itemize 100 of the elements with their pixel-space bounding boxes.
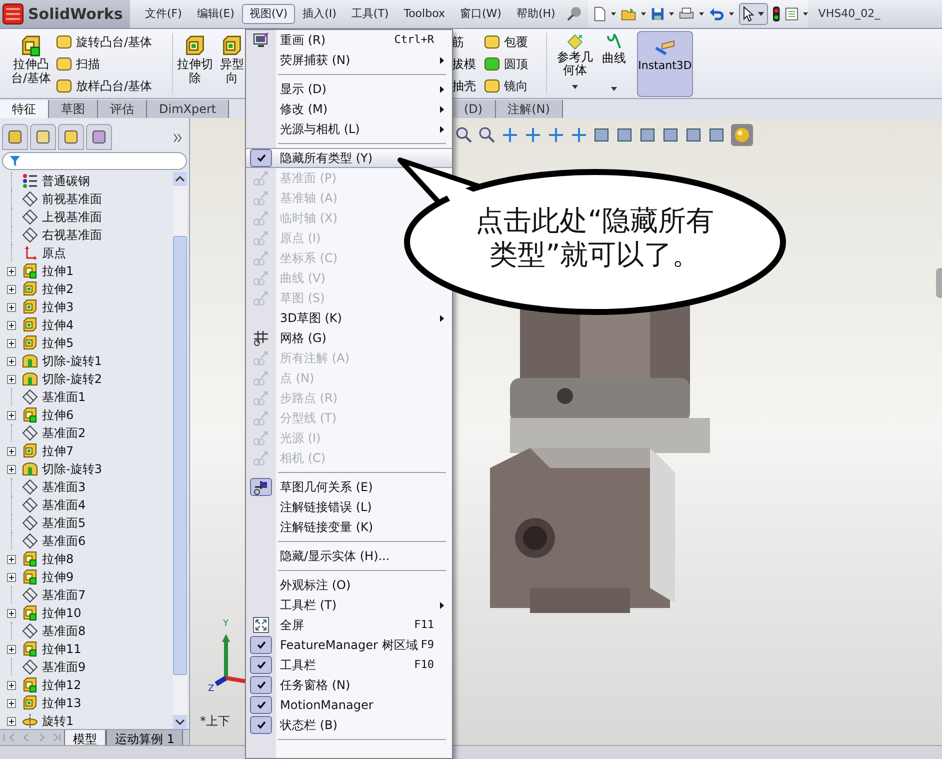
expand-icon[interactable] xyxy=(6,644,16,654)
tree-item[interactable]: 切除-旋转3 xyxy=(0,460,173,478)
dropdown-caret-icon[interactable] xyxy=(572,85,578,89)
checkbox[interactable] xyxy=(250,478,272,496)
menu-item[interactable]: 状态栏 (B) xyxy=(246,715,452,735)
dropdown-caret-icon[interactable] xyxy=(669,12,674,16)
menu-bar-item[interactable]: 帮助(H) xyxy=(509,4,562,24)
tree-item[interactable]: 拉伸6 xyxy=(0,406,173,424)
dropdown-caret-icon[interactable] xyxy=(699,12,704,16)
menu-bar-item[interactable]: Toolbox xyxy=(396,4,452,24)
undo-icon[interactable] xyxy=(709,6,724,22)
checkbox[interactable] xyxy=(250,696,272,714)
expand-icon[interactable] xyxy=(6,266,16,276)
dropdown-caret-icon[interactable] xyxy=(803,12,808,16)
menu-bar-item[interactable]: 工具(T) xyxy=(344,4,396,24)
expand-icon[interactable] xyxy=(6,356,16,366)
checkbox[interactable] xyxy=(250,149,272,167)
tree-item[interactable]: 拉伸1 xyxy=(0,262,173,280)
tree-item[interactable]: 右视基准面 xyxy=(0,226,173,244)
menu-item[interactable]: 任务窗格 (N) xyxy=(246,675,452,695)
panel-tab[interactable] xyxy=(30,124,56,150)
tree-item[interactable]: 拉伸3 xyxy=(0,298,173,316)
tree-item[interactable]: 拉伸8 xyxy=(0,550,173,568)
menu-item[interactable]: 工具栏 (T) xyxy=(246,595,452,615)
dropdown-caret-icon[interactable] xyxy=(610,12,616,16)
folder-icon[interactable] xyxy=(620,6,636,22)
dropdown-caret-icon[interactable] xyxy=(640,12,646,16)
ribbon-button[interactable]: 放样凸台/基体 xyxy=(56,75,172,97)
scroll-down-icon[interactable] xyxy=(173,715,187,729)
tree-item[interactable]: 基准面6 xyxy=(0,532,173,550)
tree-item[interactable]: 拉伸12 xyxy=(0,676,173,694)
tree-item[interactable]: 基准面7 xyxy=(0,586,173,604)
save-icon[interactable] xyxy=(650,6,664,22)
appearance-button[interactable] xyxy=(731,124,753,146)
ribbon-tab[interactable]: 特征 xyxy=(0,100,49,118)
ribbon-button[interactable]: 扫描 xyxy=(56,53,172,75)
expand-icon[interactable] xyxy=(6,572,16,582)
menu-item[interactable]: 光源与相机 (L) xyxy=(246,119,452,139)
expand-icon[interactable] xyxy=(6,464,16,474)
tree-item[interactable]: 基准面9 xyxy=(0,658,173,676)
ribbon-button[interactable]: 圆顶 xyxy=(484,53,546,75)
pin-icon[interactable] xyxy=(566,6,582,22)
tree-item[interactable]: 前视基准面 xyxy=(0,190,173,208)
checklist-icon[interactable] xyxy=(784,6,798,22)
checkbox[interactable] xyxy=(250,656,272,674)
ribbon-button[interactable]: 拉伸凸台/基体 xyxy=(6,29,56,98)
menu-item[interactable]: 草图几何关系 (E) xyxy=(246,477,452,497)
scroll-up-icon[interactable] xyxy=(173,172,187,186)
tree-item[interactable]: 拉伸13 xyxy=(0,694,173,712)
tree-item[interactable]: 拉伸9 xyxy=(0,568,173,586)
ribbon-button[interactable]: 镜向 xyxy=(484,75,546,97)
expand-icon[interactable] xyxy=(6,302,16,312)
menu-item[interactable]: 网格 (G) xyxy=(246,328,452,348)
tree-item[interactable]: 基准面2 xyxy=(0,424,173,442)
scrollbar[interactable] xyxy=(173,172,187,729)
ribbon-tab[interactable]: 评估 xyxy=(98,100,147,118)
tree-item[interactable]: 拉伸2 xyxy=(0,280,173,298)
expand-chevron-icon[interactable] xyxy=(173,134,183,142)
new-document-icon[interactable] xyxy=(594,5,606,23)
ribbon-button[interactable]: 包覆 xyxy=(484,31,546,53)
expand-icon[interactable] xyxy=(6,284,16,294)
expand-icon[interactable] xyxy=(6,410,16,420)
ribbon-tab[interactable]: (D) xyxy=(452,100,496,118)
tree-item[interactable]: 原点 xyxy=(0,244,173,262)
menu-item[interactable]: FeatureManager 树区域 F9 xyxy=(246,635,452,655)
menu-item[interactable]: 注解链接变量 (K) xyxy=(246,517,452,537)
expand-icon[interactable] xyxy=(6,374,16,384)
expand-icon[interactable] xyxy=(6,446,16,456)
ribbon-button[interactable]: 参考几何体 xyxy=(553,29,597,98)
ribbon-tab[interactable]: 草图 xyxy=(49,100,98,118)
select-button[interactable] xyxy=(739,3,768,25)
model-tab[interactable]: 运动算例 1 xyxy=(106,730,184,745)
ribbon-button[interactable]: 旋转凸台/基体 xyxy=(56,31,172,53)
tree-item[interactable]: 拉伸10 xyxy=(0,604,173,622)
instant3d-button[interactable]: Instant3D xyxy=(637,31,693,97)
tree-item[interactable]: 拉伸5 xyxy=(0,334,173,352)
menu-item[interactable]: 重画 (R) Ctrl+R xyxy=(246,30,452,50)
menu-item[interactable]: 外观标注 (O) xyxy=(246,575,452,595)
expand-icon[interactable] xyxy=(6,608,16,618)
tree-item[interactable]: 上视基准面 xyxy=(0,208,173,226)
expand-icon[interactable] xyxy=(6,716,16,726)
menu-item[interactable]: 隐藏所有类型 (Y) xyxy=(246,148,452,168)
menu-item[interactable]: 注解链接错误 (L) xyxy=(246,497,452,517)
expand-icon[interactable] xyxy=(6,554,16,564)
panel-tab[interactable] xyxy=(86,124,112,150)
menu-item[interactable]: 显示 (D) xyxy=(246,79,452,99)
tree-item[interactable]: 拉伸11 xyxy=(0,640,173,658)
tree-item[interactable]: 基准面1 xyxy=(0,388,173,406)
tree-item[interactable]: 普通碳钢 xyxy=(0,172,173,190)
filter-field[interactable] xyxy=(2,152,187,170)
menu-bar-item[interactable]: 视图(V) xyxy=(242,4,295,24)
menu-item[interactable]: 修改 (M) xyxy=(246,99,452,119)
traffic-light-icon[interactable] xyxy=(773,5,780,23)
expand-icon[interactable] xyxy=(6,680,16,690)
tree-item[interactable]: 拉伸7 xyxy=(0,442,173,460)
tree-item[interactable]: 切除-旋转2 xyxy=(0,370,173,388)
zoom-in-icon[interactable] xyxy=(455,126,473,144)
menu-item[interactable]: MotionManager xyxy=(246,695,452,715)
dropdown-caret-icon[interactable] xyxy=(729,12,734,16)
model-tab[interactable]: 模型 xyxy=(64,730,106,745)
